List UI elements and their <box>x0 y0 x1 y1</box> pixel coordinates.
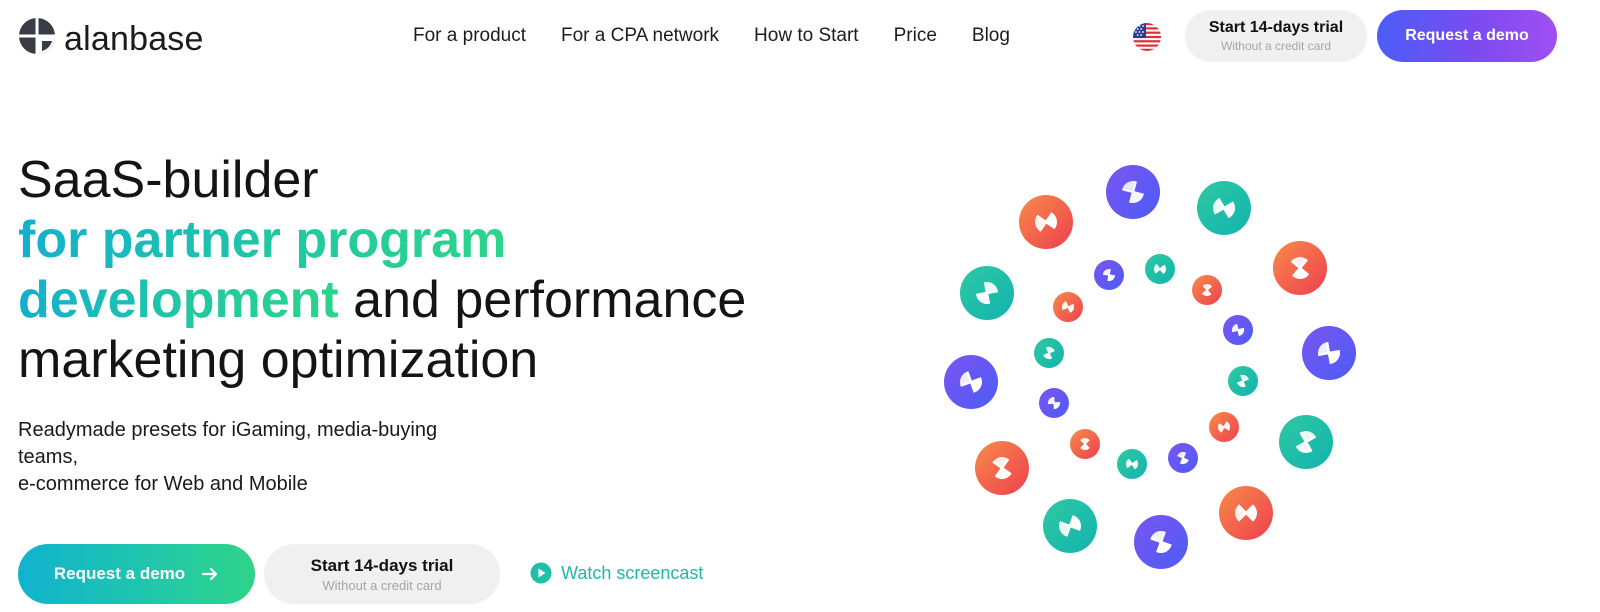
badge-icon <box>1168 443 1198 473</box>
badge-icon <box>1209 412 1239 442</box>
nav-how-to-start[interactable]: How to Start <box>754 22 859 50</box>
nav-for-a-product[interactable]: For a product <box>413 22 526 50</box>
badge-icon <box>1117 449 1147 479</box>
hero-request-demo-button[interactable]: Request a demo <box>18 544 255 604</box>
badge-icon <box>1070 429 1100 459</box>
badge-icon <box>1106 165 1160 219</box>
badge-icon <box>1039 388 1069 418</box>
badge-icon <box>1192 275 1222 305</box>
hero-title-highlight: development <box>18 271 339 329</box>
badge-icon <box>1134 515 1188 569</box>
logo[interactable]: alanbase <box>18 17 204 58</box>
badge-icon <box>1043 499 1097 553</box>
header-trial-title: Start 14-days trial <box>1208 19 1344 36</box>
badge-icon <box>1019 195 1073 249</box>
header-trial-button[interactable]: Start 14-days trial Without a credit car… <box>1185 10 1367 62</box>
nav-for-a-cpa-network[interactable]: For a CPA network <box>561 22 719 50</box>
decorative-logo-ring <box>944 165 1356 569</box>
badge-icon <box>1034 338 1064 368</box>
badge-icon <box>1145 254 1175 284</box>
nav-blog[interactable]: Blog <box>972 22 1010 50</box>
hero-title-line4: marketing optimization <box>18 331 539 389</box>
badge-icon <box>975 441 1029 495</box>
badge-icon <box>1219 486 1273 540</box>
hero-trial-subtitle: Without a credit card <box>322 578 442 593</box>
header-request-demo-button[interactable]: Request a demo <box>1377 10 1557 62</box>
badge-icon <box>1053 292 1083 322</box>
hero-title-line1: SaaS-builder <box>18 151 319 209</box>
hero-subtitle: Readymade presets for iGaming, media-buy… <box>18 417 538 498</box>
logo-text: alanbase <box>64 20 204 58</box>
hero-title-line2: for partner program <box>18 211 507 269</box>
hero-title: SaaS-builder for partner program develop… <box>18 150 746 390</box>
hero-trial-button[interactable]: Start 14-days trial Without a credit car… <box>264 544 500 604</box>
header-trial-subtitle: Without a credit card <box>1220 39 1332 53</box>
hero-subtitle-line: teams, <box>18 446 79 468</box>
hero-subtitle-line: Readymade presets for iGaming, media-buy… <box>18 419 438 441</box>
badge-icon <box>1302 326 1356 380</box>
hero-title-line3-rest: and performance <box>338 271 747 329</box>
hero-request-demo-label: Request a demo <box>53 564 186 583</box>
badge-icon <box>1197 181 1251 235</box>
main-nav: For a product For a CPA network How to S… <box>413 22 1010 50</box>
badge-icon <box>960 266 1014 320</box>
badge-icon <box>1279 415 1333 469</box>
badge-icon <box>1223 315 1253 345</box>
watch-screencast-label: Watch screencast <box>561 563 704 583</box>
play-icon <box>530 562 552 584</box>
badge-icon <box>1273 241 1327 295</box>
alanbase-logo-icon <box>19 18 55 54</box>
badge-icon <box>944 355 998 409</box>
hero-trial-title: Start 14-days trial <box>310 556 454 575</box>
hero-subtitle-line: e-commerce for Web and Mobile <box>18 473 308 495</box>
badge-icon <box>1094 260 1124 290</box>
nav-price[interactable]: Price <box>894 22 937 50</box>
watch-screencast-link[interactable]: Watch screencast <box>530 562 703 584</box>
us-flag-icon[interactable] <box>1133 23 1161 51</box>
arrow-right-icon <box>202 567 218 581</box>
badge-icon <box>1228 366 1258 396</box>
